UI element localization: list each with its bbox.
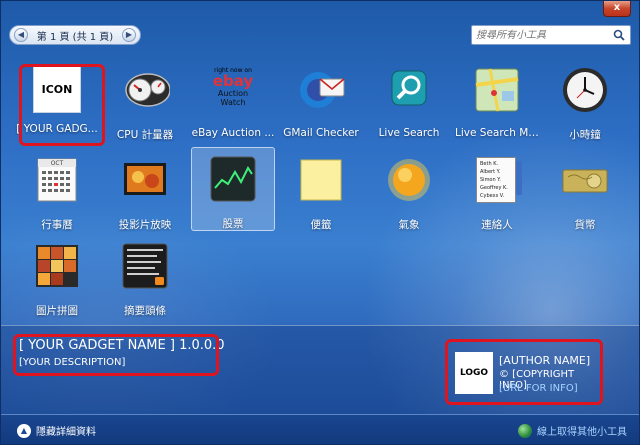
contact-entry: Geoffrey K.	[480, 185, 508, 191]
highlight-author-box	[445, 339, 603, 405]
highlight-icon-box	[19, 64, 105, 146]
gadget-tile-currency[interactable]: 貨幣	[543, 149, 627, 233]
ebay-brand: ebay	[212, 72, 254, 90]
chevron-up-icon: ▲	[17, 423, 31, 438]
gadget-label: 氣象	[398, 219, 420, 231]
gadget-tile-gmail-checker[interactable]: GMail Checker	[279, 59, 363, 143]
gadget-tile-weather[interactable]: 氣象	[367, 149, 451, 233]
gadget-tile-calendar[interactable]: OCT 行事曆	[15, 149, 99, 233]
search-icon[interactable]	[608, 26, 630, 44]
contacts-tab-icon	[516, 161, 522, 195]
currency-icon	[560, 155, 610, 205]
contact-entry: Albert Y.	[480, 169, 501, 175]
gadget-tile-cpu-meter[interactable]: CPU 計量器	[103, 59, 187, 143]
gadget-label: 貨幣	[574, 219, 596, 231]
globe-icon	[518, 423, 532, 438]
puzzle-icon	[32, 241, 82, 291]
cpu-meter-icon	[120, 65, 171, 115]
next-page-button[interactable]: ▶	[121, 28, 136, 42]
gadget-label: 圖片拼圖	[36, 305, 78, 317]
gadget-tile-stocks[interactable]: 股票	[191, 147, 275, 231]
gadget-tile-clock[interactable]: 小時鐘	[543, 59, 627, 143]
clock-icon	[560, 65, 610, 115]
gadget-label: 摘要頭條	[124, 305, 166, 317]
feed-headlines-icon	[120, 241, 170, 291]
footer-bar: ▲ 隱藏詳細資料 線上取得其他小工具	[1, 414, 639, 444]
hide-details-label: 隱藏詳細資料	[36, 427, 96, 438]
weather-sun-icon	[384, 155, 434, 205]
stocks-icon	[208, 154, 258, 204]
slideshow-icon	[120, 155, 170, 205]
top-toolbar: ◀ 第 1 頁 (共 1 頁) ▶	[9, 23, 631, 49]
gadget-tile-live-search-maps[interactable]: Live Search Ma...	[455, 59, 539, 143]
calendar-month: OCT	[50, 160, 64, 167]
page-navigator: ◀ 第 1 頁 (共 1 頁) ▶	[9, 25, 141, 45]
magnifier-icon	[384, 65, 434, 115]
get-more-gadgets-link[interactable]: 線上取得其他小工具	[518, 423, 627, 438]
search-box	[471, 25, 631, 45]
close-button[interactable]: x	[603, 1, 631, 17]
contact-entry: Simon Y.	[480, 177, 501, 183]
map-icon	[472, 65, 522, 115]
page-indicator: 第 1 頁 (共 1 頁)	[36, 31, 114, 43]
gmail-icon	[296, 65, 346, 115]
contacts-icon: Beth K. Albert Y. Simon Y. Geoffrey K. C…	[472, 155, 522, 205]
contact-entry: Beth K.	[480, 161, 499, 167]
gadget-tile-contacts[interactable]: Beth K. Albert Y. Simon Y. Geoffrey K. C…	[455, 149, 539, 233]
gadget-tile-picture-puzzle[interactable]: 圖片拼圖	[15, 235, 99, 319]
gadget-gallery-window: x ◀ 第 1 頁 (共 1 頁) ▶ ICON [ YOUR GADG...	[0, 0, 640, 445]
gadget-label: 連絡人	[481, 219, 513, 231]
gadget-tile-feed-headlines[interactable]: 摘要頭條	[103, 235, 187, 319]
ebay-badge-sub2: Watch	[220, 98, 246, 107]
gadget-label: 行事曆	[41, 219, 73, 231]
search-input[interactable]	[472, 26, 608, 44]
gadget-label: 小時鐘	[569, 129, 601, 141]
gadget-tile-slideshow[interactable]: 投影片放映	[103, 149, 187, 233]
highlight-name-box	[13, 334, 219, 376]
ebay-badge-sub1: Auction	[217, 89, 249, 98]
gadget-label: eBay Auction ...	[191, 127, 275, 139]
calendar-icon: OCT	[32, 155, 82, 205]
hide-details-toggle[interactable]: ▲ 隱藏詳細資料	[17, 423, 96, 438]
get-more-gadgets-label: 線上取得其他小工具	[537, 427, 627, 438]
gadget-label: 便籤	[310, 219, 332, 231]
notes-icon	[296, 155, 346, 205]
gadget-tile-live-search[interactable]: Live Search	[367, 59, 451, 143]
prev-page-button[interactable]: ◀	[14, 28, 28, 42]
gadget-label: GMail Checker	[283, 127, 359, 139]
gadget-label: 股票	[222, 218, 244, 230]
gadget-label: Live Search Ma...	[455, 127, 539, 139]
gadget-label: Live Search	[378, 127, 440, 139]
gadget-label: CPU 計量器	[116, 129, 174, 141]
gadget-tile-notes[interactable]: 便籤	[279, 149, 363, 233]
ebay-icon: right now on ebay Auction Watch	[208, 65, 258, 115]
gadget-tile-ebay-auction[interactable]: right now on ebay Auction Watch eBay Auc…	[191, 59, 275, 143]
contact-entry: Cybexs V.	[480, 193, 505, 199]
gadget-label: 投影片放映	[118, 219, 172, 231]
